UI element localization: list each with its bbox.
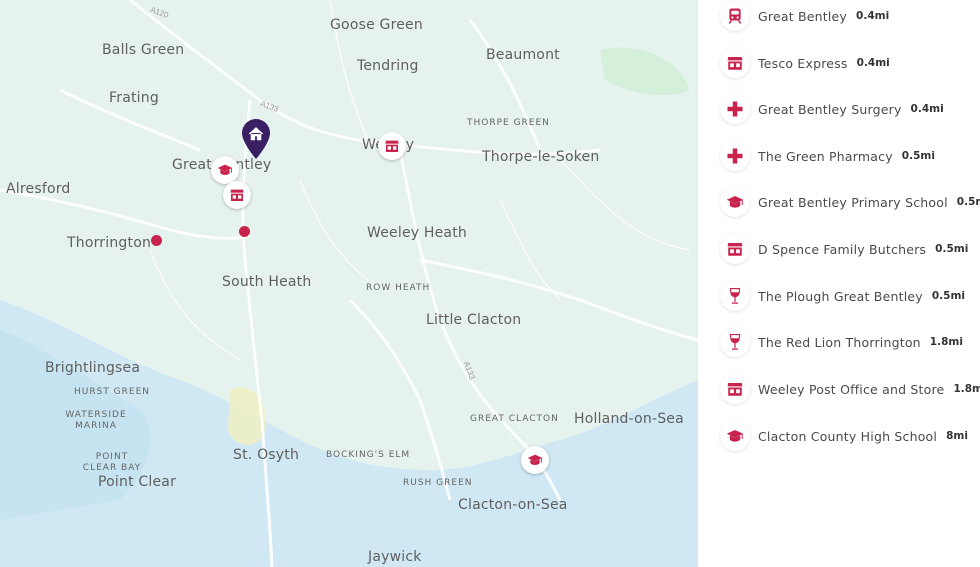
place-label: Thorpe-le-Soken [482, 149, 600, 165]
amenity-distance: 0.5mi [901, 150, 935, 162]
list-item[interactable]: Great Bentley 0.4mi [720, 1, 889, 31]
amenity-name: The Green Pharmacy [758, 148, 893, 164]
place-label: Jaywick [368, 549, 422, 565]
shop-icon [720, 48, 750, 78]
shop-icon [720, 374, 750, 404]
place-label: Alresford [6, 181, 71, 197]
map[interactable]: A120 A133 A133 Balls Green Goose Green B… [0, 0, 698, 567]
amenity-name: Clacton County High School [758, 428, 938, 444]
list-item[interactable]: Great Bentley Primary School 0.5mi [720, 187, 980, 217]
list-item[interactable]: Tesco Express 0.4mi [720, 48, 890, 78]
list-item[interactable]: The Plough Great Bentley 0.5mi [720, 281, 965, 311]
school-icon [217, 162, 233, 178]
place-label: Brightlingsea [45, 360, 141, 376]
amenity-name: Great Bentley Surgery [758, 101, 902, 117]
amenity-distance: 0.4mi [856, 10, 890, 22]
place-label: Clacton-on-Sea [458, 497, 568, 513]
amenity-name: The Plough Great Bentley [758, 288, 923, 304]
medical-cross-icon [720, 141, 750, 171]
amenity-name: Great Bentley Primary School [758, 194, 948, 210]
place-label: Goose Green [330, 17, 423, 33]
amenity-distance: 0.5mi [935, 243, 969, 255]
shop-marker[interactable] [223, 181, 251, 209]
list-item[interactable]: The Red Lion Thorrington 1.8mi [720, 327, 963, 357]
school-icon [720, 421, 750, 451]
list-item[interactable]: Weeley Post Office and Store 1.8mi [720, 374, 980, 404]
school-marker[interactable] [521, 446, 549, 474]
amenity-distance: 8mi [946, 430, 968, 442]
list-item[interactable]: Clacton County High School 8mi [720, 421, 968, 451]
place-label: HURST GREEN [74, 387, 151, 397]
place-label: St. Osyth [233, 447, 300, 463]
place-label: POINT CLEAR BAY [82, 452, 142, 473]
wine-glass-icon [720, 327, 750, 357]
location-dot[interactable] [151, 235, 162, 246]
list-item[interactable]: Great Bentley Surgery 0.4mi [720, 94, 944, 124]
amenity-name: Tesco Express [758, 55, 848, 71]
amenity-distance: 1.8mi [929, 336, 963, 348]
amenity-distance: 0.5mi [956, 196, 980, 208]
place-label: THORPE GREEN [467, 118, 550, 128]
amenity-distance: 0.5mi [931, 290, 965, 302]
amenity-name: The Red Lion Thorrington [758, 334, 921, 350]
amenity-name: D Spence Family Butchers [758, 241, 927, 257]
location-dot[interactable] [239, 226, 250, 237]
place-label: GREAT CLACTON [470, 414, 559, 424]
place-label: RUSH GREEN [403, 478, 473, 488]
place-label: South Heath [222, 274, 312, 290]
place-label: Tendring [357, 58, 419, 74]
place-label: Balls Green [102, 42, 185, 58]
place-label: Thorrington [67, 235, 152, 251]
home-pin-icon[interactable] [239, 118, 273, 160]
shop-marker[interactable] [378, 132, 406, 160]
nearby-amenities-list: Great Bentley 0.4mi Tesco Express 0.4mi … [698, 0, 980, 567]
train-icon [720, 1, 750, 31]
amenity-distance: 1.8mi [953, 383, 980, 395]
place-label: Beaumont [486, 47, 560, 63]
place-label: BOCKING'S ELM [326, 450, 411, 460]
list-item[interactable]: The Green Pharmacy 0.5mi [720, 141, 935, 171]
place-label: Frating [109, 90, 159, 106]
place-label: Little Clacton [426, 312, 522, 328]
list-item[interactable]: D Spence Family Butchers 0.5mi [720, 234, 968, 264]
amenity-name: Great Bentley [758, 8, 848, 24]
place-label: Holland-on-Sea [574, 411, 684, 427]
amenity-distance: 0.4mi [910, 103, 944, 115]
place-label: Weeley Heath [367, 225, 467, 241]
school-marker[interactable] [211, 156, 239, 184]
place-label: WATERSIDE MARINA [65, 410, 127, 431]
wine-glass-icon [720, 281, 750, 311]
place-label: ROW HEATH [366, 283, 431, 293]
shop-icon [720, 234, 750, 264]
shop-icon [384, 138, 400, 154]
medical-cross-icon [720, 94, 750, 124]
school-icon [720, 187, 750, 217]
shop-icon [229, 187, 245, 203]
amenity-name: Weeley Post Office and Store [758, 381, 945, 397]
school-icon [527, 452, 543, 468]
place-label: Point Clear [98, 474, 177, 490]
amenity-distance: 0.4mi [856, 57, 890, 69]
